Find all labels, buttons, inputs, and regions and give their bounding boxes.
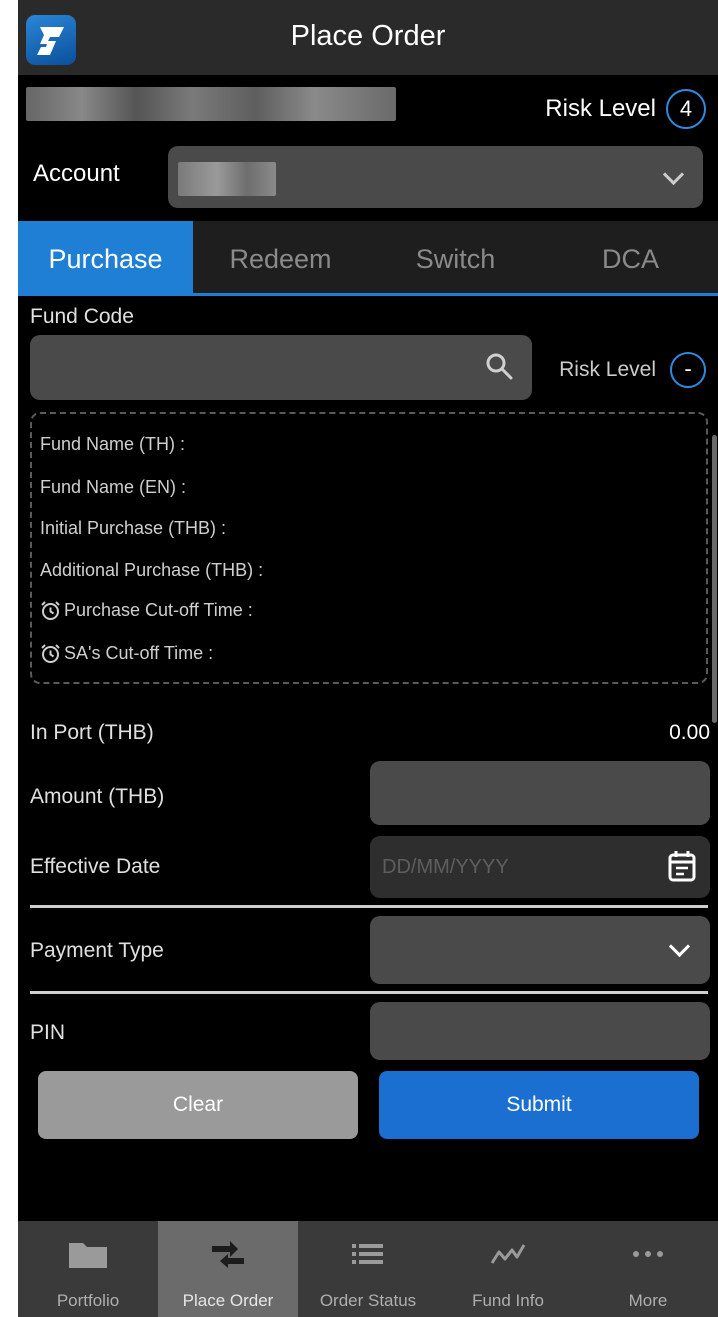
pin-input[interactable]	[370, 1002, 710, 1060]
fund-name-th-label: Fund Name (TH) :	[40, 434, 186, 454]
masked-account-name	[26, 87, 396, 121]
fund-risk-level-badge: -	[670, 352, 706, 388]
search-icon[interactable]	[485, 352, 513, 380]
fund-risk-level: Risk Level -	[559, 352, 706, 388]
nav-more[interactable]: More	[578, 1221, 718, 1317]
in-port-value: 0.00	[669, 721, 710, 744]
alarm-clock-icon	[41, 601, 60, 620]
initial-purchase-label: Initial Purchase (THB) :	[40, 518, 227, 538]
submit-button[interactable]: Submit	[379, 1071, 699, 1139]
purchase-cutoff-row: Purchase Cut-off Time :	[40, 600, 253, 621]
nav-label: Order Status	[319, 1291, 417, 1310]
effective-date-label: Effective Date	[30, 855, 161, 878]
fund-name-en-row: Fund Name (EN) :	[40, 477, 186, 498]
initial-purchase-row: Initial Purchase (THB) :	[40, 518, 226, 539]
nav-label: More	[628, 1291, 668, 1310]
effective-date-placeholder: DD/MM/YYYY	[382, 856, 509, 878]
nav-label: Portfolio	[56, 1291, 120, 1310]
nav-place-order[interactable]: Place Order	[158, 1221, 298, 1317]
fund-code-input[interactable]	[30, 335, 532, 400]
folder-icon	[69, 1243, 107, 1268]
bottom-navigation: Portfolio Place Order Order Status Fund …	[18, 1221, 718, 1317]
fund-risk-level-label: Risk Level	[559, 358, 656, 381]
fund-name-en-label: Fund Name (EN) :	[40, 477, 187, 497]
account-select[interactable]	[168, 146, 703, 208]
effective-date-input[interactable]: DD/MM/YYYY	[370, 836, 710, 898]
fund-name-th-row: Fund Name (TH) :	[40, 434, 185, 455]
in-port-label: In Port (THB)	[30, 721, 154, 744]
payment-type-select[interactable]	[370, 916, 710, 984]
fund-code-label: Fund Code	[30, 305, 134, 328]
chevron-down-icon	[662, 163, 685, 186]
masked-account-number	[178, 162, 276, 196]
account-label: Account	[33, 160, 120, 187]
amount-label: Amount (THB)	[30, 785, 165, 808]
chevron-down-icon	[668, 935, 691, 958]
amount-input[interactable]	[370, 761, 710, 825]
divider	[30, 991, 708, 994]
purchase-cutoff-label: Purchase Cut-off Time :	[64, 600, 253, 620]
tab-dca[interactable]: DCA	[543, 221, 718, 293]
order-type-tabs: Purchase Redeem Switch DCA	[18, 221, 718, 293]
scrollbar[interactable]	[712, 435, 717, 723]
account-risk-level: Risk Level 4	[545, 89, 706, 129]
fund-info-box: Fund Name (TH) : Fund Name (EN) : Initia…	[30, 412, 708, 684]
sa-cutoff-label: SA's Cut-off Time :	[64, 643, 214, 663]
trend-line-icon	[490, 1244, 526, 1264]
risk-level-label: Risk Level	[545, 95, 656, 122]
nav-label: Place Order	[182, 1291, 274, 1310]
tab-purchase[interactable]: Purchase	[18, 221, 193, 293]
pin-label: PIN	[30, 1021, 66, 1044]
payment-type-label: Payment Type	[30, 939, 164, 962]
clear-button[interactable]: Clear	[38, 1071, 358, 1139]
nav-order-status[interactable]: Order Status	[298, 1221, 438, 1317]
tab-underline	[18, 293, 718, 296]
additional-purchase-row: Additional Purchase (THB) :	[40, 560, 263, 581]
app-header: Place Order	[18, 0, 718, 75]
list-icon	[352, 1244, 383, 1264]
nav-fund-info[interactable]: Fund Info	[438, 1221, 578, 1317]
alarm-clock-icon	[41, 644, 60, 663]
additional-purchase-label: Additional Purchase (THB) :	[40, 560, 264, 580]
sa-cutoff-row: SA's Cut-off Time :	[40, 643, 213, 664]
nav-portfolio[interactable]: Portfolio	[18, 1221, 158, 1317]
app-screen: Place Order Risk Level 4 Account Purchas…	[18, 0, 718, 1317]
transfer-arrows-icon	[212, 1241, 244, 1268]
divider	[30, 905, 708, 908]
tab-switch[interactable]: Switch	[368, 221, 543, 293]
risk-level-badge: 4	[666, 89, 706, 129]
nav-label: Fund Info	[472, 1291, 544, 1310]
tab-redeem[interactable]: Redeem	[193, 221, 368, 293]
page-title: Place Order	[290, 20, 446, 52]
more-dots-icon	[633, 1251, 663, 1257]
calendar-icon[interactable]	[668, 850, 696, 882]
